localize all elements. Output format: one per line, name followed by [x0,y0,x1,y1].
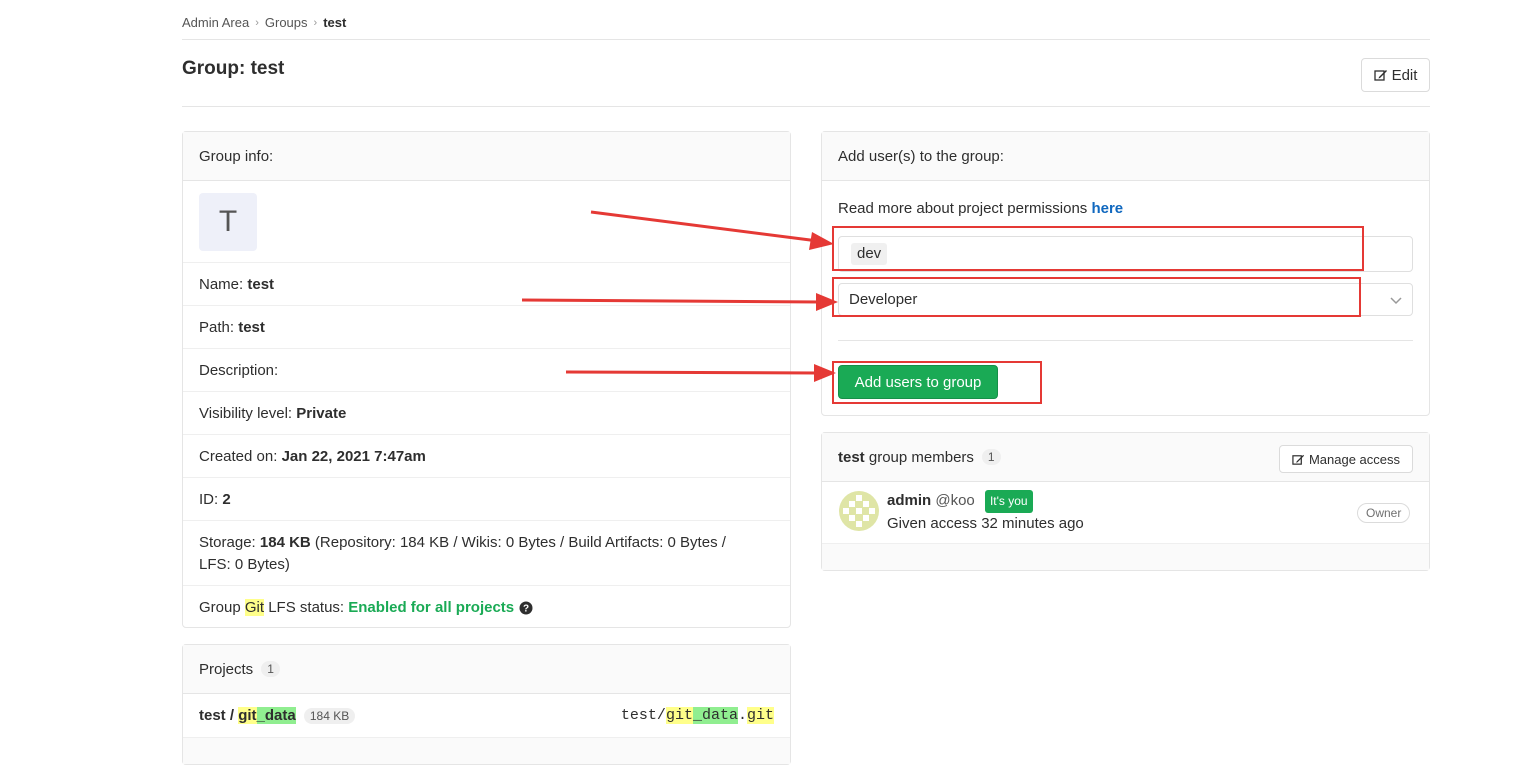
pencil-square-icon [1292,454,1305,465]
its-you-badge: It's you [984,490,1033,513]
group-lfs-row: Group Git LFS status: Enabled for all pr… [183,586,790,629]
projects-header: Projects 1 [183,645,790,694]
project-name-rest: _data [256,707,296,724]
name-value: test [247,275,275,293]
visibility-label: Visibility level: [199,404,293,422]
group-avatar-row: T [183,181,790,263]
question-circle-icon[interactable]: ? [519,601,533,615]
path-label: Path: [199,318,235,336]
svg-text:?: ? [523,603,529,614]
breadcrumb-current[interactable]: test [323,15,346,30]
members-group-name: test [838,448,865,466]
created-value: Jan 22, 2021 7:47am [281,447,426,465]
lfs-git-highlight: Git [244,599,265,616]
chevron-right-icon: › [255,16,259,29]
members-footer [822,544,1429,570]
group-name-row: Name: test [183,263,790,306]
permissions-text: Read more about project permissions here [838,200,1123,217]
group-id-row: ID: 2 [183,478,790,521]
id-label: ID: [199,490,219,508]
breadcrumb-admin-area[interactable]: Admin Area [182,15,249,30]
project-name[interactable]: test / git_data 184 KB [199,707,356,724]
add-users-header: Add user(s) to the group: [822,132,1429,181]
edit-button[interactable]: Edit [1361,58,1430,92]
project-path-ns: test/ [620,707,666,724]
path-value: test [238,318,265,336]
storage-detail: (Repository: 184 KB / Wikis: 0 Bytes / B… [314,534,726,551]
chevron-down-icon [1390,297,1402,305]
member-name[interactable]: admin [887,492,931,509]
member-access-time: Given access 32 minutes ago [887,515,1084,532]
visibility-value: Private [296,404,347,422]
description-label: Description: [199,361,279,379]
project-name-git: git [238,707,257,724]
group-storage-row: Storage: 184 KB (Repository: 184 KB / Wi… [183,521,790,586]
project-path-mid: _data [692,707,738,724]
project-path: test/git_data.git [621,707,774,724]
group-info-card: Group info: T Name: test Path: test Desc… [182,131,791,628]
storage-detail-lfs: LFS: 0 Bytes) [199,556,290,573]
breadcrumb-groups[interactable]: Groups [265,15,308,30]
edit-button-label: Edit [1391,66,1418,84]
group-info-header: Group info: [183,132,790,181]
lfs-suffix: LFS status: [268,599,345,616]
breadcrumb: Admin Area › Groups › test [182,8,1430,40]
member-role-badge: Owner [1357,503,1411,523]
member-details: admin @koo It's you Given access 32 minu… [887,490,1084,534]
projects-count-badge: 1 [261,661,280,677]
manage-access-label: Manage access [1308,451,1401,467]
member-username: @koo [935,492,975,509]
projects-card: Projects 1 test / git_data 184 KB test/g… [182,644,791,765]
members-header-suffix: group members [868,448,974,466]
created-label: Created on: [199,447,278,465]
group-description-row: Description: [183,349,790,392]
page-title: Group: test [182,58,285,79]
manage-access-button[interactable]: Manage access [1279,445,1413,473]
group-created-row: Created on: Jan 22, 2021 7:47am [183,435,790,478]
project-path-dot: . [737,707,747,724]
chevron-right-icon: › [313,16,318,29]
add-users-divider [838,340,1413,341]
name-label: Name: [199,275,244,293]
projects-title: Projects [199,660,254,678]
project-namespace: test / [199,707,235,724]
projects-footer [183,738,790,764]
group-path-row: Path: test [183,306,790,349]
pencil-square-icon [1373,70,1387,81]
permissions-label: Read more about project permissions [838,200,1088,217]
group-avatar: T [199,192,257,251]
member-row: admin @koo It's you Given access 32 minu… [822,482,1429,544]
project-size-badge: 184 KB [303,708,356,724]
annotation-box-add-button [832,361,1042,404]
project-path-ext: git [746,707,774,724]
project-path-git: git [665,707,693,724]
identicon-avatar-icon [839,491,879,531]
project-row[interactable]: test / git_data 184 KB test/git_data.git [183,694,790,738]
id-value: 2 [222,490,231,508]
group-visibility-row: Visibility level: Private [183,392,790,435]
lfs-status-value: Enabled for all projects [348,599,515,616]
annotation-box-user-input [832,226,1364,271]
storage-label: Storage: [199,534,256,551]
members-count-badge: 1 [981,449,1001,465]
annotation-box-role-select [832,277,1361,317]
title-divider [182,106,1430,107]
lfs-prefix: Group [199,599,241,616]
permissions-here-link[interactable]: here [1091,200,1123,217]
storage-value: 184 KB [259,534,311,551]
